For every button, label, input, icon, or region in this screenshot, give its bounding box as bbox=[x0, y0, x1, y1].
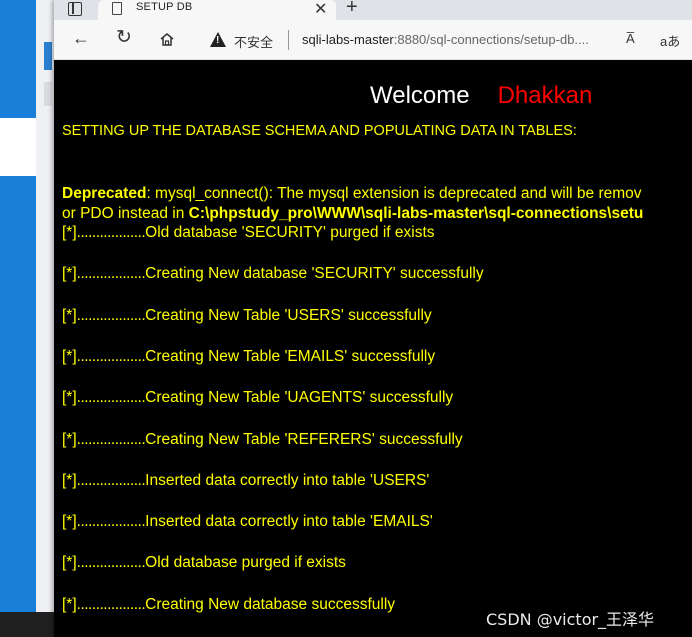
deprecated-label: Deprecated bbox=[62, 185, 147, 202]
background-panel-lower bbox=[0, 176, 36, 613]
log-dots: .................. bbox=[76, 265, 146, 283]
welcome-text: Welcome bbox=[370, 82, 470, 109]
browser-toolbar: ← ↻ 不安全 sqli-labs-master:8880/sql-connec… bbox=[54, 20, 692, 60]
log-prefix: [*] bbox=[62, 306, 77, 324]
insecure-label[interactable]: 不安全 bbox=[234, 32, 273, 51]
log-dots: .................. bbox=[76, 595, 146, 613]
log-dots: .................. bbox=[76, 224, 146, 241]
log-dots: .................. bbox=[76, 554, 146, 572]
log-line: [*]..................Old database 'SECUR… bbox=[62, 224, 435, 242]
tab-title: SETUP DB bbox=[136, 1, 193, 13]
log-prefix: [*] bbox=[62, 389, 77, 407]
log-text: Creating New Table 'UAGENTS' successfull… bbox=[145, 389, 454, 407]
address-bar[interactable]: sqli-labs-master:8880/sql-connections/se… bbox=[302, 32, 589, 47]
log-text: Creating New Table 'USERS' successfully bbox=[145, 306, 432, 324]
log-line: [*]..................Old database purged… bbox=[62, 554, 346, 572]
log-prefix: [*] bbox=[62, 347, 77, 365]
url-path: :8880/sql-connections/setup-db.... bbox=[393, 32, 589, 47]
log-line: [*]..................Creating New Table … bbox=[62, 389, 453, 407]
deprecated-path: C:\phpstudy_pro\WWW\sqli-labs-master\sql… bbox=[188, 205, 644, 222]
immersive-reader-icon[interactable]: aあ bbox=[660, 31, 680, 50]
log-text: Inserted data correctly into table 'EMAI… bbox=[145, 513, 433, 531]
background-sidebar bbox=[36, 0, 54, 612]
tab-bar: SETUP DB ✕ + bbox=[54, 0, 692, 20]
welcome-banner: Welcome Dhakkan bbox=[370, 82, 592, 110]
warning-icon[interactable] bbox=[210, 32, 226, 47]
background-block bbox=[44, 82, 52, 106]
log-prefix: [*] bbox=[62, 554, 77, 572]
read-aloud-icon[interactable]: A̅ bbox=[626, 31, 635, 46]
log-text: Inserted data correctly into table 'USER… bbox=[145, 471, 430, 489]
log-text: Creating New Table 'EMAILS' successfully bbox=[145, 347, 436, 365]
log-line: [*]..................Creating New databa… bbox=[62, 265, 484, 283]
log-line: [*]..................Creating New Table … bbox=[62, 348, 435, 366]
log-line: [*]..................Creating New Table … bbox=[62, 307, 432, 325]
taskbar bbox=[0, 612, 60, 637]
url-host: sqli-labs-master bbox=[302, 32, 394, 47]
user-name: Dhakkan bbox=[497, 82, 593, 109]
deprecation-warning: Deprecated: mysql_connect(): The mysql e… bbox=[62, 184, 643, 224]
log-line: [*]..................Creating New Table … bbox=[62, 431, 463, 449]
log-dots: .................. bbox=[76, 389, 146, 407]
background-band bbox=[0, 118, 36, 176]
page-heading: SETTING UP THE DATABASE SCHEMA AND POPUL… bbox=[62, 123, 577, 139]
reload-button[interactable]: ↻ bbox=[116, 28, 132, 48]
browser-window: SETUP DB ✕ + ← ↻ 不安全 sqli-labs-master:88… bbox=[54, 0, 692, 637]
log-text: Creating New Table 'REFERERS' successful… bbox=[145, 430, 463, 448]
log-dots: .................. bbox=[76, 471, 146, 489]
log-line: [*]..................Inserted data corre… bbox=[62, 513, 433, 531]
log-text: Creating New database successfully bbox=[145, 595, 396, 613]
log-prefix: [*] bbox=[62, 513, 77, 531]
log-prefix: [*] bbox=[62, 224, 77, 241]
close-icon[interactable]: ✕ bbox=[314, 0, 327, 19]
background-panel bbox=[0, 0, 36, 118]
document-icon bbox=[112, 2, 122, 15]
log-prefix: [*] bbox=[62, 265, 77, 283]
log-dots: .................. bbox=[76, 306, 146, 324]
log-prefix: [*] bbox=[62, 471, 77, 489]
background-block bbox=[44, 42, 52, 70]
tab-setup-db[interactable]: SETUP DB ✕ bbox=[98, 0, 336, 20]
log-dots: .................. bbox=[76, 513, 146, 531]
log-line: [*]..................Inserted data corre… bbox=[62, 472, 429, 490]
log-text: Old database purged if exists bbox=[145, 554, 346, 572]
log-prefix: [*] bbox=[62, 430, 77, 448]
background-window bbox=[0, 0, 60, 637]
deprecated-line-prefix: or PDO instead in bbox=[62, 205, 189, 222]
log-dots: .................. bbox=[76, 430, 146, 448]
log-text: Creating New database 'SECURITY' success… bbox=[145, 265, 484, 283]
deprecated-message: : mysql_connect(): The mysql extension i… bbox=[146, 185, 642, 202]
page-content: Welcome Dhakkan SETTING UP THE DATABASE S… bbox=[54, 60, 692, 637]
watermark: CSDN @victor_王泽华 bbox=[486, 610, 655, 629]
log-text: Old database 'SECURITY' purged if exists bbox=[145, 224, 435, 241]
new-tab-button[interactable]: + bbox=[346, 0, 358, 19]
log-line: [*]..................Creating New databa… bbox=[62, 596, 395, 614]
log-prefix: [*] bbox=[62, 595, 77, 613]
log-dots: .................. bbox=[76, 347, 146, 365]
tab-actions-icon[interactable] bbox=[68, 2, 82, 16]
home-icon[interactable] bbox=[160, 33, 174, 46]
address-separator bbox=[288, 30, 289, 50]
back-button[interactable]: ← bbox=[72, 28, 90, 48]
